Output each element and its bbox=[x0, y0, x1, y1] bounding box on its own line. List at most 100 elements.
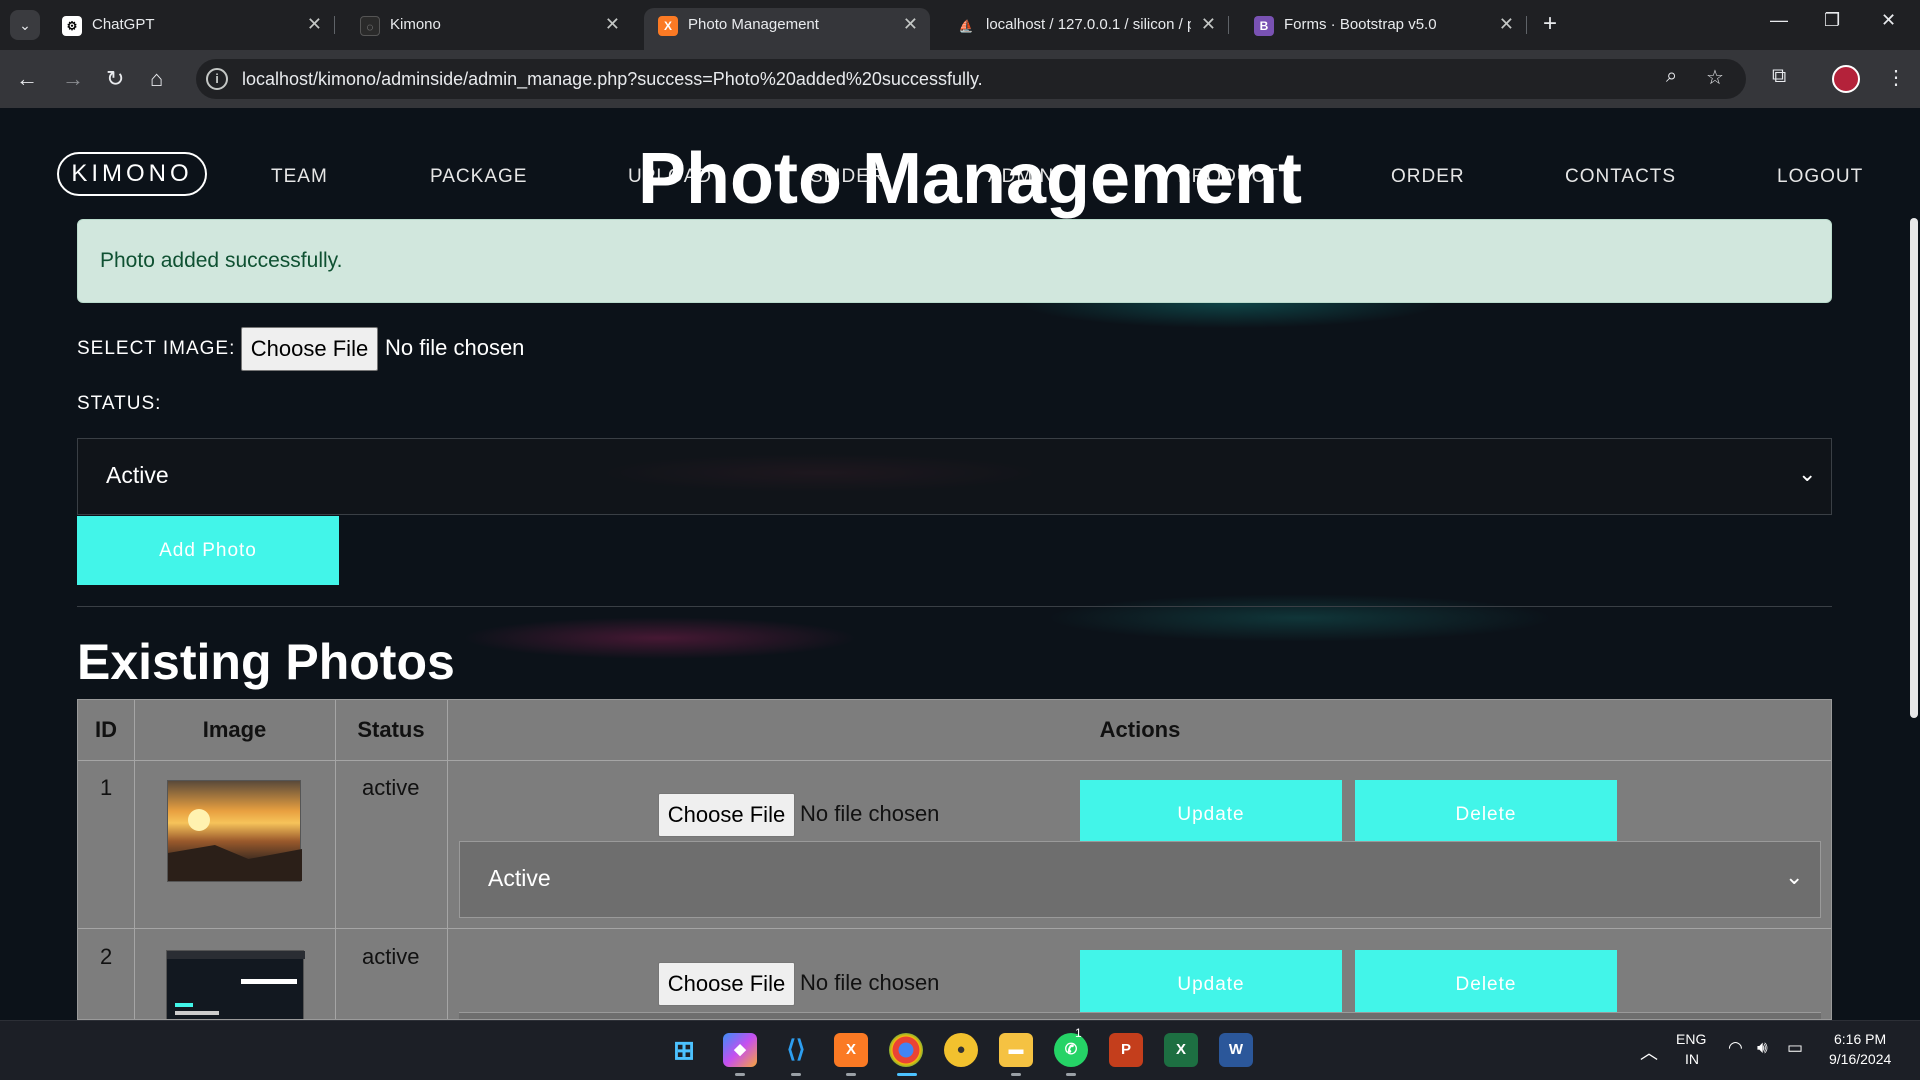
row-2-choose-file-button[interactable]: Choose File bbox=[658, 962, 795, 1006]
row-1-thumbnail bbox=[167, 780, 302, 882]
tab-divider bbox=[1228, 16, 1229, 34]
forward-icon[interactable]: → bbox=[62, 66, 84, 92]
copilot-icon[interactable]: ◆ bbox=[723, 1033, 757, 1067]
tab-phpmyadmin[interactable]: ⛵ localhost / 127.0.0.1 / silicon / p ✕ bbox=[942, 8, 1229, 42]
tab-title: ChatGPT bbox=[92, 16, 155, 33]
tab-title: localhost / 127.0.0.1 / silicon / p bbox=[986, 16, 1191, 33]
clock-date[interactable]: 9/16/2024 bbox=[1829, 1051, 1891, 1067]
close-window-icon[interactable]: ✕ bbox=[1881, 10, 1896, 31]
url-text[interactable]: localhost/kimono/adminside/admin_manage.… bbox=[242, 69, 983, 90]
column-header-id: ID bbox=[95, 717, 117, 742]
battery-icon[interactable]: ▭ bbox=[1787, 1038, 1803, 1058]
excel-icon[interactable]: X bbox=[1164, 1033, 1198, 1067]
nav-order[interactable]: ORDER bbox=[1391, 166, 1465, 188]
tab-search-icon[interactable]: ⌄ bbox=[10, 10, 40, 40]
tab-chatgpt[interactable]: ⚙ ChatGPT ✕ bbox=[48, 8, 335, 42]
photos-table: ID Image Status Actions 1 active Choose … bbox=[77, 699, 1832, 1020]
row-1-status-select[interactable]: Active ⌄ bbox=[459, 841, 1821, 918]
region-indicator[interactable]: IN bbox=[1685, 1051, 1699, 1067]
windows-taskbar: ⊞ ◆ ⟨⟩ X ● ▬ ✆ 1 P X W ︿ ENG IN ◠ 🔊︎ ▭ 6… bbox=[0, 1020, 1920, 1080]
row-1-delete-button[interactable]: Delete bbox=[1355, 780, 1617, 849]
close-icon[interactable]: ✕ bbox=[307, 14, 322, 35]
chrome-icon[interactable] bbox=[889, 1033, 923, 1067]
thumb-text-shape bbox=[175, 1011, 219, 1015]
column-header-actions: Actions bbox=[1099, 717, 1181, 742]
extensions-icon[interactable]: ⧉ bbox=[1772, 65, 1786, 88]
page-title: Photo Management bbox=[638, 139, 1303, 219]
status-select[interactable]: Active ⌄ bbox=[77, 438, 1832, 515]
sun-shape bbox=[188, 809, 210, 831]
windows-start-icon[interactable]: ⊞ bbox=[667, 1033, 701, 1067]
zoom-icon[interactable]: ⌕ bbox=[1666, 65, 1677, 88]
row-2-no-file-text: No file chosen bbox=[800, 970, 940, 995]
new-tab-icon[interactable]: + bbox=[1543, 10, 1557, 38]
chevron-down-icon: ⌄ bbox=[1785, 864, 1804, 889]
thumb-title-shape bbox=[241, 979, 297, 984]
close-icon[interactable]: ✕ bbox=[1201, 14, 1216, 35]
menu-kebab-icon[interactable]: ⋮ bbox=[1886, 65, 1906, 90]
minimize-icon[interactable]: — bbox=[1770, 10, 1788, 31]
table-column-divider bbox=[335, 700, 336, 1019]
success-alert: Photo added successfully. bbox=[77, 219, 1832, 303]
powerpoint-icon[interactable]: P bbox=[1109, 1033, 1143, 1067]
add-photo-button[interactable]: Add Photo bbox=[77, 516, 339, 585]
show-hidden-icons-icon[interactable]: ︿ bbox=[1640, 1039, 1658, 1065]
row-2-status-select[interactable] bbox=[459, 1012, 1821, 1019]
tab-divider bbox=[334, 16, 335, 34]
no-file-text: No file chosen bbox=[385, 335, 525, 360]
row-2-id: 2 bbox=[100, 944, 113, 969]
wifi-icon[interactable]: ◠ bbox=[1728, 1038, 1743, 1058]
back-icon[interactable]: ← bbox=[16, 66, 38, 92]
bootstrap-icon: B bbox=[1254, 16, 1274, 36]
nav-team[interactable]: TEAM bbox=[271, 166, 328, 188]
page-viewport: KIMONO TEAM PACKAGE UPLOAD SLIDER ADMIN … bbox=[0, 108, 1920, 1020]
nav-package[interactable]: PACKAGE bbox=[430, 166, 527, 188]
address-bar[interactable]: i localhost/kimono/adminside/admin_manag… bbox=[196, 59, 1746, 99]
chevron-down-icon: ⌄ bbox=[1798, 461, 1817, 486]
thumb-header-shape bbox=[167, 951, 305, 959]
existing-photos-heading: Existing Photos bbox=[77, 634, 455, 690]
row-1-status-select-value: Active bbox=[488, 865, 551, 891]
vscode-icon[interactable]: ⟨⟩ bbox=[779, 1033, 813, 1067]
close-icon[interactable]: ✕ bbox=[903, 14, 918, 35]
restore-icon[interactable]: ❐ bbox=[1824, 10, 1840, 31]
tab-divider bbox=[1526, 16, 1527, 34]
row-2-update-button[interactable]: Update bbox=[1080, 950, 1342, 1019]
running-indicator bbox=[1011, 1073, 1021, 1076]
select-image-label: SELECT IMAGE: bbox=[77, 338, 236, 359]
bookmark-star-icon[interactable]: ☆ bbox=[1706, 65, 1724, 90]
row-2-delete-button[interactable]: Delete bbox=[1355, 950, 1617, 1019]
xampp-icon[interactable]: X bbox=[834, 1033, 868, 1067]
alert-message: Photo added successfully. bbox=[100, 249, 343, 272]
nav-contacts[interactable]: CONTACTS bbox=[1565, 166, 1676, 188]
nav-logout[interactable]: LOGOUT bbox=[1777, 166, 1863, 188]
home-icon[interactable]: ⌂ bbox=[150, 66, 163, 92]
volume-icon[interactable]: 🔊︎ bbox=[1757, 1038, 1768, 1058]
table-row-divider bbox=[78, 928, 1831, 929]
site-logo[interactable]: KIMONO bbox=[57, 152, 207, 196]
close-icon[interactable]: ✕ bbox=[605, 14, 620, 35]
word-icon[interactable]: W bbox=[1219, 1033, 1253, 1067]
site-info-icon[interactable]: i bbox=[206, 68, 228, 90]
column-header-status: Status bbox=[357, 717, 425, 742]
tab-title: Kimono bbox=[390, 16, 441, 33]
folder-sync-icon[interactable]: ● bbox=[944, 1033, 978, 1067]
tab-photo-management[interactable]: X Photo Management ✕ bbox=[644, 8, 930, 50]
row-1-choose-file-button[interactable]: Choose File bbox=[658, 793, 795, 837]
reload-icon[interactable]: ↻ bbox=[106, 66, 124, 92]
tab-bootstrap-forms[interactable]: B Forms · Bootstrap v5.0 ✕ bbox=[1240, 8, 1527, 42]
status-label: STATUS: bbox=[77, 393, 162, 414]
running-indicator bbox=[735, 1073, 745, 1076]
tab-kimono[interactable]: ◌ Kimono ✕ bbox=[346, 8, 632, 42]
whatsapp-icon[interactable]: ✆ bbox=[1054, 1033, 1088, 1067]
row-1-update-button[interactable]: Update bbox=[1080, 780, 1342, 849]
profile-avatar[interactable] bbox=[1832, 65, 1860, 93]
choose-file-button[interactable]: Choose File bbox=[241, 327, 378, 371]
clock-time[interactable]: 6:16 PM bbox=[1834, 1031, 1886, 1047]
file-explorer-icon[interactable]: ▬ bbox=[999, 1033, 1033, 1067]
close-icon[interactable]: ✕ bbox=[1499, 14, 1514, 35]
language-indicator[interactable]: ENG bbox=[1676, 1031, 1706, 1047]
row-2-status: active bbox=[362, 944, 420, 969]
page-scrollbar[interactable] bbox=[1910, 218, 1918, 718]
tab-title: Forms · Bootstrap v5.0 bbox=[1284, 16, 1437, 33]
